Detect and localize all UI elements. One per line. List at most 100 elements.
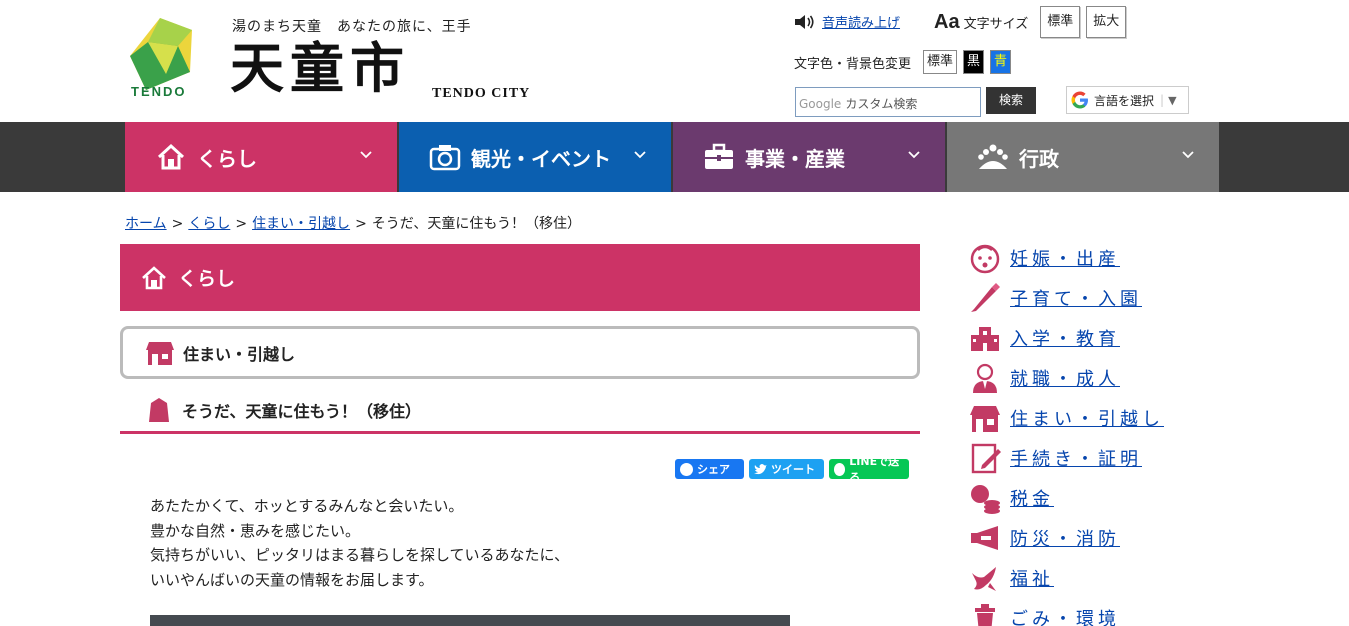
nav-item-kurashi[interactable]: くらし: [125, 122, 397, 192]
twitter-bird-icon: [754, 464, 767, 475]
chevron-down-icon: [634, 151, 646, 159]
sidebar-item-kosodate[interactable]: 子育て・入園: [968, 278, 1228, 318]
search-brand: Google: [799, 97, 842, 111]
search-button[interactable]: 検索: [986, 87, 1036, 114]
category-title: くらし: [178, 268, 236, 290]
nav-item-gyosei[interactable]: 行政: [947, 122, 1219, 192]
color-blue-button[interactable]: 青: [990, 50, 1012, 74]
breadcrumb-separator: >: [171, 216, 184, 232]
global-nav: くらし 観光・イベント 事業・産業 行政: [0, 122, 1349, 192]
search-placeholder: カスタム検索: [845, 97, 918, 111]
sidebar-item-nyugaku[interactable]: 入学・教育: [968, 318, 1228, 358]
color-standard-button[interactable]: 標準: [923, 50, 958, 74]
chevron-down-icon: [908, 151, 920, 159]
line-share-button[interactable]: LINEで送る: [829, 455, 909, 484]
sidebar-item-sumai[interactable]: 住まい・引越し: [968, 398, 1228, 438]
sidebar-item-bosai[interactable]: 防災・消防: [968, 518, 1228, 558]
fontsize-standard-button[interactable]: 標準: [1040, 6, 1081, 38]
logo-text: TENDO: [131, 84, 187, 99]
share-buttons: シェア ツイート LINEで送る: [675, 455, 909, 484]
color-tool: 文字色・背景色変更 標準 黒 青: [794, 50, 1012, 74]
category-header: くらし: [120, 244, 920, 311]
fontsize-large-button[interactable]: 拡大: [1086, 6, 1127, 38]
nav-item-jigyo[interactable]: 事業・産業: [673, 122, 945, 192]
site-header: TENDO 湯のまち天童 あなたの旅に、王手 天童市 TENDO CITY 音声…: [0, 0, 1349, 122]
shogi-piece-icon: [149, 398, 169, 422]
nav-label: 事業・産業: [745, 146, 845, 171]
twitter-share-button[interactable]: ツイート: [749, 459, 824, 479]
breadcrumb-link-sumai[interactable]: 住まい・引越し: [252, 216, 350, 232]
sidebar-item-gomi[interactable]: ごみ・環境: [968, 598, 1228, 626]
sidebar-link[interactable]: 妊娠・出産: [1010, 245, 1120, 271]
search-input[interactable]: Google カスタム検索: [795, 87, 981, 117]
sidebar-link[interactable]: ごみ・環境: [1010, 605, 1120, 626]
speaker-icon: [795, 14, 814, 29]
dropdown-arrow-icon: ▼: [1168, 93, 1177, 107]
sidebar-item-fukushi[interactable]: 福祉: [968, 558, 1228, 598]
google-g-icon: [1071, 91, 1088, 109]
intro-text: あたたかくて、ホッとするみんなと会いたい。 豊かな自然・恵みを感じたい。 気持ち…: [150, 494, 569, 592]
video-embed[interactable]: [150, 615, 790, 626]
home-icon: [157, 143, 185, 170]
people-icon: [978, 144, 1008, 169]
language-select[interactable]: 言語を選択 | ▼: [1066, 86, 1189, 114]
color-label: 文字色・背景色変更: [794, 56, 912, 72]
sidebar-link[interactable]: 住まい・引越し: [1010, 405, 1164, 431]
breadcrumb: ホーム > くらし > 住まい・引越し > そうだ、天童に住もう！（移住）: [125, 213, 581, 233]
camera-icon: [429, 145, 461, 171]
breadcrumb-link-home[interactable]: ホーム: [125, 216, 167, 232]
crayon-icon: [971, 283, 1000, 312]
sidebar-link[interactable]: 入学・教育: [1010, 325, 1120, 351]
trash-icon: [975, 604, 995, 626]
person-icon: [973, 363, 997, 393]
house-icon: [970, 406, 1000, 432]
intro-line: 気持ちがいい、ピッタリはまる暮らしを探しているあなたに、: [150, 546, 570, 564]
intro-line: あたたかくて、ホッとするみんなと会いたい。: [150, 497, 464, 515]
twitter-share-label: ツイート: [771, 463, 815, 476]
document-icon: [971, 443, 1001, 474]
speech-tool: 音声読み上げ: [794, 12, 900, 31]
megaphone-icon: [971, 526, 998, 550]
line-share-label: LINEで送る: [849, 455, 900, 484]
facebook-share-button[interactable]: シェア: [675, 459, 744, 479]
coins-icon: [971, 485, 1000, 514]
language-separator: |: [1160, 93, 1165, 107]
chevron-down-icon: [1182, 151, 1194, 159]
facebook-icon: [680, 462, 693, 476]
sidebar-link[interactable]: 福祉: [1010, 565, 1054, 591]
font-size-icon: Aa: [934, 10, 960, 33]
home-icon: [142, 265, 166, 289]
sidebar-item-shushoku[interactable]: 就職・成人: [968, 358, 1228, 398]
breadcrumb-separator: >: [355, 216, 367, 232]
nav-label: 行政: [1019, 146, 1059, 171]
nav-item-kanko[interactable]: 観光・イベント: [399, 122, 671, 192]
tagline: 湯のまち天童 あなたの旅に、王手: [232, 19, 472, 35]
fontsize-label: 文字サイズ: [963, 16, 1029, 32]
page-title: そうだ、天童に住もう！（移住）: [120, 389, 920, 434]
sidebar-link[interactable]: 子育て・入園: [1010, 285, 1142, 311]
sidebar: 妊娠・出産 子育て・入園 入学・教育 就職・成人 住まい・引越し 手続き・証明 …: [968, 238, 1228, 626]
sidebar-link[interactable]: 税金: [1010, 485, 1054, 511]
speech-link[interactable]: 音声読み上げ: [822, 12, 900, 31]
breadcrumb-link-kurashi[interactable]: くらし: [188, 216, 230, 232]
sidebar-item-tetsuzuki[interactable]: 手続き・証明: [968, 438, 1228, 478]
fontsize-tool: Aa 文字サイズ 標準 拡大: [934, 6, 1127, 38]
facebook-share-label: シェア: [697, 463, 730, 476]
breadcrumb-separator: >: [235, 216, 248, 232]
sidebar-link[interactable]: 手続き・証明: [1010, 445, 1142, 471]
city-name-en: TENDO CITY: [432, 86, 531, 101]
school-icon: [971, 327, 999, 351]
sidebar-item-ninshin[interactable]: 妊娠・出産: [968, 238, 1228, 278]
chevron-down-icon: [360, 151, 372, 159]
breadcrumb-current: そうだ、天童に住もう！（移住）: [371, 216, 581, 232]
sidebar-item-zeikin[interactable]: 税金: [968, 478, 1228, 518]
briefcase-icon: [705, 143, 733, 169]
bird-icon: [972, 567, 996, 591]
house-icon: [146, 341, 174, 365]
language-label: 言語を選択: [1094, 93, 1155, 108]
city-name[interactable]: 天童市: [230, 36, 410, 100]
sidebar-link[interactable]: 防災・消防: [1010, 525, 1120, 551]
baby-icon: [970, 244, 1000, 274]
color-black-button[interactable]: 黒: [963, 50, 985, 74]
sidebar-link[interactable]: 就職・成人: [1010, 365, 1120, 391]
